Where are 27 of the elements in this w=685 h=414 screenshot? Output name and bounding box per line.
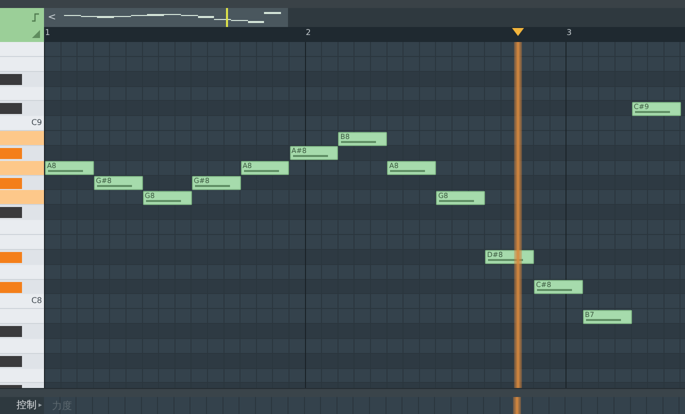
sharp-key[interactable] xyxy=(0,326,22,338)
sharp-key[interactable] xyxy=(0,103,22,114)
piano-key[interactable]: C8 xyxy=(0,294,44,310)
key-label: C9 xyxy=(31,118,42,128)
sharp-key[interactable] xyxy=(0,207,22,218)
scroll-left-button[interactable]: < xyxy=(44,8,60,27)
triangle-icon xyxy=(32,30,40,38)
bar-number: 1 xyxy=(45,28,50,38)
overview-panel[interactable] xyxy=(60,8,288,27)
piano-key[interactable] xyxy=(0,42,44,57)
ruler-corner[interactable] xyxy=(0,27,44,42)
piano-key[interactable]: C9 xyxy=(0,116,44,132)
panel-splitter[interactable] xyxy=(0,388,685,397)
sharp-key[interactable] xyxy=(0,74,22,85)
piano-key[interactable] xyxy=(0,234,44,250)
curve-icon xyxy=(31,13,40,22)
piano-key[interactable] xyxy=(0,131,44,146)
playhead-marker[interactable] xyxy=(226,8,228,27)
sharp-key[interactable] xyxy=(0,356,22,367)
piano-keyboard[interactable]: C9 C8 xyxy=(0,42,44,388)
piano-key[interactable] xyxy=(0,264,44,280)
panel-label: 控制 xyxy=(16,398,36,413)
overview-handle[interactable] xyxy=(0,8,44,27)
key-label: C8 xyxy=(31,296,42,306)
piano-key[interactable] xyxy=(0,160,44,176)
bar-number: 3 xyxy=(566,28,572,38)
bar-number: 2 xyxy=(306,28,311,38)
